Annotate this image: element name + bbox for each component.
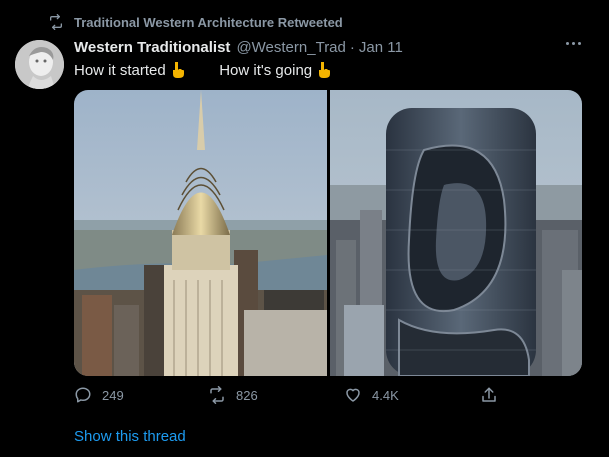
separator-dot: · [349,39,355,56]
reply-button[interactable]: 249 [74,386,124,404]
text-going: How it's going [219,62,313,79]
tweet-header: Western Traditionalist @Western_Trad · J… [74,39,589,56]
show-thread-link[interactable]: Show this thread [74,428,186,445]
retweet-button[interactable]: 826 [208,386,258,404]
retweet-label: Traditional Western Architecture Retweet… [74,14,343,30]
reply-icon [75,387,91,403]
left-image-chrysler [74,90,327,376]
like-button[interactable]: 4.4K [344,386,399,404]
share-button[interactable] [480,386,498,404]
like-count: 4.4K [372,387,399,403]
more-options-icon[interactable] [566,42,581,45]
retweet-icon [210,386,224,404]
pointing-down-icon [170,60,186,82]
tweet-media[interactable] [74,90,582,376]
retweet-icon [50,14,62,30]
reply-count: 249 [102,387,124,403]
avatar[interactable] [15,40,64,89]
tweet-date[interactable]: Jan 11 [359,39,403,56]
tweet-text: How it started How it's going [74,60,332,82]
pointing-down-icon [316,60,332,82]
share-icon [482,387,496,402]
display-name[interactable]: Western Traditionalist [74,39,230,56]
retweet-indicator[interactable]: Traditional Western Architecture Retweet… [48,14,343,30]
heart-icon [346,388,360,402]
right-image-modern-tower [330,90,582,376]
retweet-count: 826 [236,387,258,403]
user-handle[interactable]: @Western_Trad [236,39,345,56]
text-started: How it started [74,62,166,79]
